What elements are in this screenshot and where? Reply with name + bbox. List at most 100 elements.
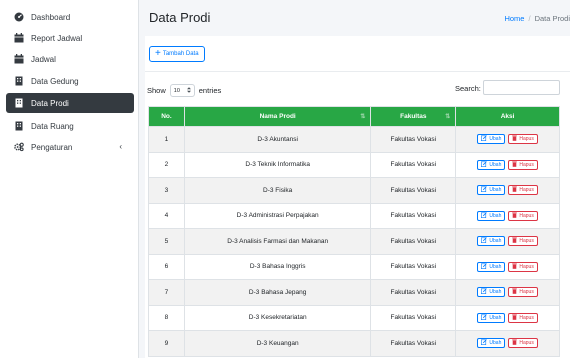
cell-aksi: Ubah Hapus	[455, 330, 560, 357]
cell-fakultas: Fakultas Vokasi	[370, 279, 457, 306]
select-arrows-icon	[186, 86, 191, 95]
table-row: 8 D-3 Kesekretariatan Fakultas Vokasi Ubah H…	[148, 304, 560, 331]
trash-icon	[512, 314, 518, 322]
delete-button[interactable]: Hapus	[508, 185, 538, 196]
edit-button[interactable]: Ubah	[477, 287, 506, 298]
cell-no: 3	[148, 177, 185, 204]
add-data-button[interactable]: + Tambah Data	[149, 46, 205, 62]
cell-aksi: Ubah Hapus	[455, 228, 560, 255]
chevron-left-icon[interactable]: ‹	[119, 142, 122, 151]
cell-nama-prodi: D-3 Teknik Informatika	[183, 151, 372, 178]
table-header-row: No. Nama Prodi ⇅ Fakultas ⇅ Aksi	[148, 106, 560, 127]
edit-label: Ubah	[489, 263, 502, 270]
edit-label: Ubah	[489, 289, 502, 296]
edit-button[interactable]: Ubah	[477, 185, 506, 196]
edit-button[interactable]: Ubah	[477, 312, 506, 323]
column-header-label: Nama Prodi	[259, 113, 296, 120]
edit-icon	[481, 211, 488, 220]
delete-label: Hapus	[519, 238, 534, 245]
cell-nama-prodi: D-3 Administrasi Perpajakan	[183, 202, 372, 229]
search-input[interactable]	[483, 80, 560, 95]
show-entries: Show 10 entries	[147, 84, 221, 97]
sidebar-item-report-jadwal[interactable]: Report Jadwal	[6, 28, 134, 48]
sidebar-item-label: Data Prodi	[31, 98, 69, 108]
sidebar-item-data-ruang[interactable]: Data Ruang	[6, 116, 134, 136]
entries-select[interactable]: 10	[169, 84, 195, 97]
delete-button[interactable]: Hapus	[508, 210, 538, 221]
delete-label: Hapus	[519, 212, 534, 219]
table-row: 9 D-3 Keuangan Fakultas Vokasi Ubah Hapus	[148, 330, 560, 357]
cell-no: 8	[148, 304, 185, 331]
cell-no: 5	[148, 228, 185, 255]
cell-fakultas: Fakultas Vokasi	[370, 330, 457, 357]
sidebar-item-data-prodi[interactable]: Data Prodi	[6, 93, 134, 113]
edit-label: Ubah	[489, 136, 502, 143]
cell-fakultas: Fakultas Vokasi	[370, 304, 457, 331]
cell-no: 4	[148, 202, 185, 229]
sidebar-item-dashboard[interactable]: Dashboard	[6, 7, 134, 27]
edit-button[interactable]: Ubah	[477, 210, 506, 221]
delete-button[interactable]: Hapus	[508, 287, 538, 298]
edit-button[interactable]: Ubah	[477, 236, 506, 247]
cell-no: 6	[148, 253, 185, 280]
cell-fakultas: Fakultas Vokasi	[370, 126, 457, 153]
cell-nama-prodi: D-3 Fisika	[183, 177, 372, 204]
sidebar-item-label: Jadwal	[31, 54, 56, 64]
table-row: 2 D-3 Teknik Informatika Fakultas Vokasi Ub…	[148, 151, 560, 178]
table-row: 3 D-3 Fisika Fakultas Vokasi Ubah Hapus	[148, 177, 560, 204]
delete-button[interactable]: Hapus	[508, 236, 538, 247]
sidebar-item-label: Report Jadwal	[31, 33, 83, 43]
edit-icon	[481, 262, 488, 271]
main-content: Data Prodi Home / Data Prodi + Tambah Data…	[139, 0, 570, 358]
delete-button[interactable]: Hapus	[508, 338, 538, 349]
cell-fakultas: Fakultas Vokasi	[370, 177, 457, 204]
edit-button[interactable]: Ubah	[477, 261, 506, 272]
trash-icon	[512, 263, 518, 271]
trash-icon	[512, 288, 518, 296]
table-row: 7 D-3 Bahasa Jepang Fakultas Vokasi Ubah Hap…	[148, 279, 560, 306]
edit-icon	[481, 237, 488, 245]
column-header-aksi: Aksi	[455, 106, 560, 127]
delete-button[interactable]: Hapus	[508, 261, 538, 272]
cell-nama-prodi: D-3 Bahasa Jepang	[183, 279, 372, 306]
entries-select-value: 10	[173, 87, 180, 94]
edit-icon	[481, 160, 488, 169]
delete-label: Hapus	[519, 263, 534, 270]
breadcrumb-separator: /	[528, 14, 531, 23]
cell-no: 2	[148, 151, 185, 178]
edit-button[interactable]: Ubah	[477, 338, 506, 349]
edit-button[interactable]: Ubah	[477, 159, 506, 170]
data-card: + Tambah Data Show 10 entries Search: No…	[145, 36, 570, 358]
cell-no: 7	[148, 279, 185, 306]
delete-button[interactable]: Hapus	[508, 134, 538, 145]
cell-fakultas: Fakultas Vokasi	[370, 151, 457, 178]
cell-nama-prodi: D-3 Kesekretariatan	[183, 304, 372, 331]
edit-button[interactable]: Ubah	[477, 134, 506, 145]
edit-icon	[481, 339, 488, 347]
breadcrumb-current: Data Prodi	[534, 14, 570, 23]
delete-button[interactable]: Hapus	[508, 159, 538, 170]
column-header-label: Fakultas	[400, 113, 427, 120]
column-header-no[interactable]: No.	[148, 106, 185, 127]
table-row: 6 D-3 Bahasa Inggris Fakultas Vokasi Ubah Ha…	[148, 253, 560, 280]
sidebar: Dashboard Report Jadwal Jadwal Data Gedu…	[0, 0, 138, 358]
sidebar-item-data-gedung[interactable]: Data Gedung	[6, 71, 134, 91]
show-entries-suffix: entries	[198, 86, 222, 95]
edit-label: Ubah	[489, 340, 502, 347]
delete-button[interactable]: Hapus	[508, 312, 538, 323]
cell-nama-prodi: D-3 Analisis Farmasi dan Makanan	[183, 228, 372, 255]
cell-nama-prodi: D-3 Akuntansi	[183, 126, 372, 153]
sidebar-item-jadwal[interactable]: Jadwal	[6, 49, 134, 69]
building-icon	[14, 76, 24, 86]
breadcrumb-home-link[interactable]: Home	[504, 14, 524, 23]
cell-aksi: Ubah Hapus	[455, 202, 560, 229]
table-body: 1 D-3 Akuntansi Fakultas Vokasi Ubah Hapus 2 D…	[148, 126, 560, 357]
column-header-nama-prodi[interactable]: Nama Prodi ⇅	[183, 106, 372, 127]
column-header-label: Aksi	[500, 113, 515, 120]
trash-icon	[512, 339, 518, 347]
cell-aksi: Ubah Hapus	[455, 253, 560, 280]
delete-label: Hapus	[519, 136, 534, 143]
delete-label: Hapus	[519, 161, 534, 168]
column-header-fakultas[interactable]: Fakultas ⇅	[370, 106, 457, 127]
sidebar-item-pengaturan[interactable]: Pengaturan ‹	[6, 137, 134, 157]
